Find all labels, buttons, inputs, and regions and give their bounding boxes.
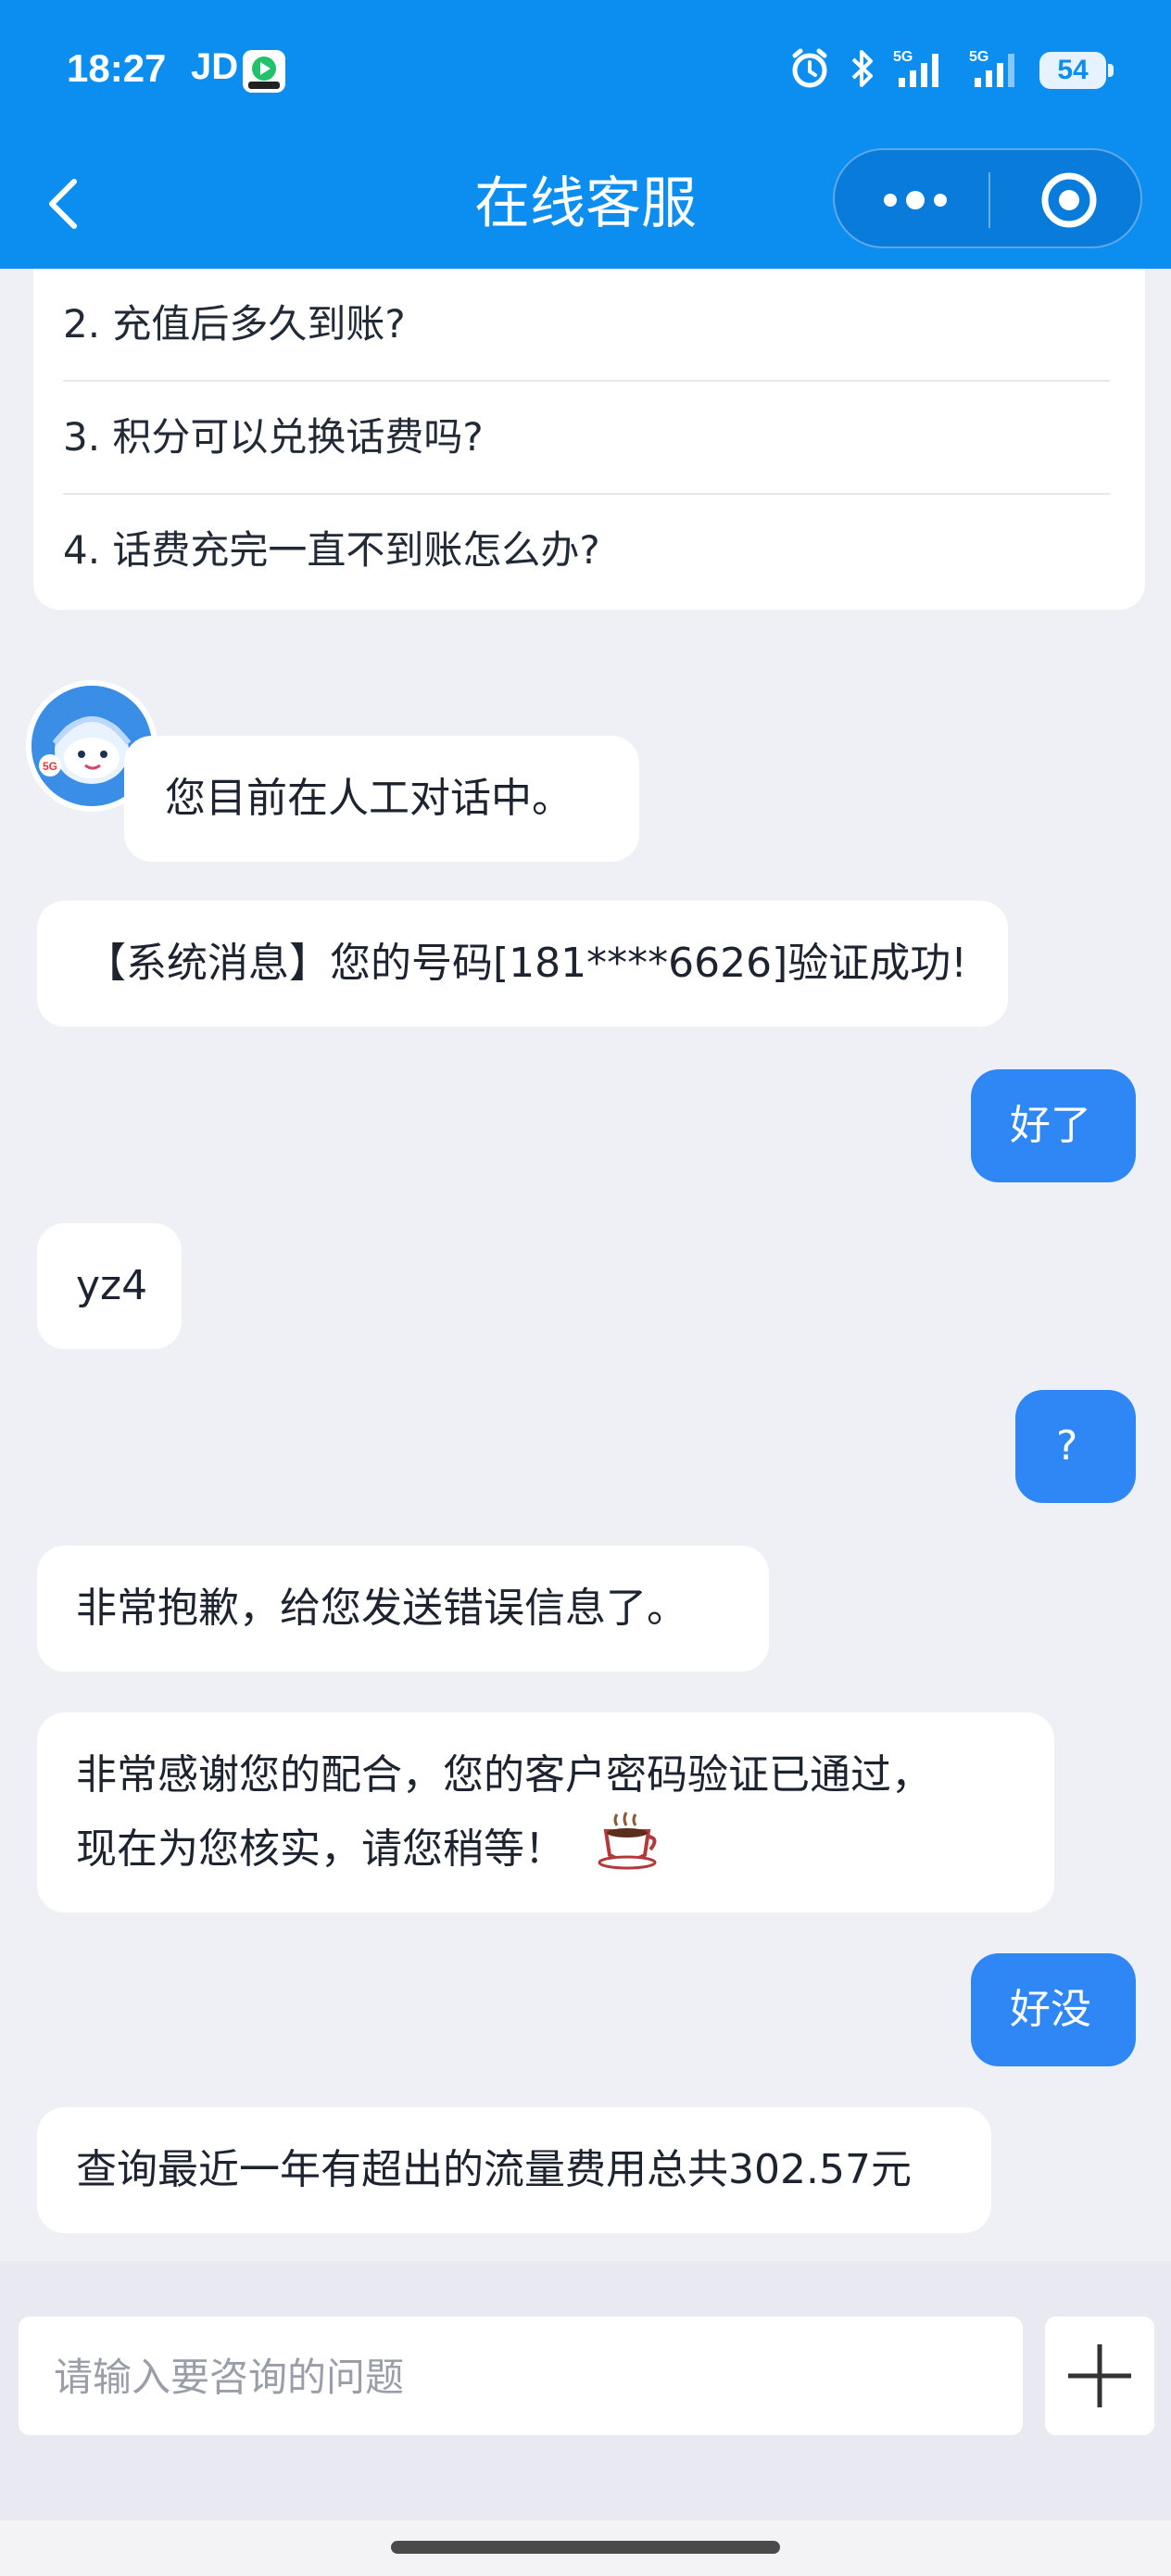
- mini-program-capsule: [833, 148, 1142, 248]
- signal-5g-icon: 5G: [969, 46, 1023, 95]
- user-message-bubble: 好了: [971, 1069, 1136, 1182]
- status-carrier: JD: [191, 46, 239, 87]
- battery-icon: 54: [1039, 52, 1114, 89]
- status-time: 18:27: [67, 46, 167, 90]
- user-message-bubble: ?: [1015, 1390, 1136, 1503]
- target-circle-icon[interactable]: [1020, 163, 1122, 237]
- faq-card: 2. 充值后多久到账? 3. 积分可以兑换话费吗? 4. 话费充完一直不到账怎么…: [33, 269, 1145, 610]
- agent-message-bubble: 查询最近一年有超出的流量费用总共302.57元: [37, 2107, 991, 2233]
- message-text: 现在为您核实，请您稍等！: [76, 1825, 565, 1873]
- alarm-icon: [787, 46, 832, 95]
- plus-icon: [1068, 2344, 1131, 2407]
- question-input[interactable]: [52, 2317, 982, 2437]
- message-text: 您目前在人工对话中。: [165, 775, 573, 822]
- input-area: [0, 2261, 1171, 2520]
- agent-message-bubble: 非常抱歉，给您发送错误信息了。: [37, 1546, 769, 1672]
- agent-message-bubble: yz4: [37, 1223, 182, 1349]
- agent-message-bubble: 您目前在人工对话中。: [124, 736, 639, 862]
- home-indicator[interactable]: [391, 2541, 780, 2554]
- more-dots-icon[interactable]: [863, 163, 964, 237]
- battery-level: 54: [1057, 55, 1089, 85]
- coffee-cup-icon: [593, 1805, 667, 1889]
- app-badge-icon: [243, 50, 285, 93]
- svg-text:5G: 5G: [969, 49, 988, 65]
- svg-text:5G: 5G: [893, 49, 913, 65]
- signal-5g-icon: 5G: [893, 46, 952, 95]
- status-bar: 18:27 JD 5G 5G 54: [0, 0, 1171, 139]
- message-text: 好了: [1010, 1102, 1091, 1149]
- agent-message-bubble: 非常感谢您的配合，您的客户密码验证已通过， 现在为您核实，请您稍等！: [37, 1712, 1054, 1913]
- message-text: 好没: [1010, 1986, 1091, 2033]
- faq-item[interactable]: 3. 积分可以兑换话费吗?: [63, 382, 1110, 495]
- message-text: 【系统消息】您的号码[181****6626]验证成功!: [85, 940, 967, 987]
- question-input-box: [19, 2317, 1023, 2437]
- status-icons: 5G 5G 54: [787, 44, 1114, 96]
- faq-item[interactable]: 2. 充值后多久到账?: [63, 269, 1110, 382]
- faq-item[interactable]: 4. 话费充完一直不到账怎么办?: [63, 495, 1110, 606]
- plus-button[interactable]: [1045, 2317, 1154, 2435]
- bluetooth-icon: [849, 46, 876, 95]
- svg-text:5G: 5G: [43, 760, 57, 773]
- nav-bar: 在线客服: [0, 139, 1171, 269]
- user-message-bubble: 好没: [971, 1953, 1136, 2066]
- agent-message-bubble: 【系统消息】您的号码[181****6626]验证成功!: [37, 901, 1008, 1027]
- message-text: 非常感谢您的配合，您的客户密码验证已通过，: [76, 1751, 932, 1799]
- home-indicator-area: [0, 2520, 1171, 2576]
- message-text: ?: [1056, 1422, 1078, 1470]
- capsule-divider: [988, 172, 990, 228]
- message-text: 查询最近一年有超出的流量费用总共302.57元: [76, 2146, 912, 2193]
- message-text: yz4: [76, 1262, 148, 1309]
- message-text: 非常抱歉，给您发送错误信息了。: [76, 1585, 687, 1632]
